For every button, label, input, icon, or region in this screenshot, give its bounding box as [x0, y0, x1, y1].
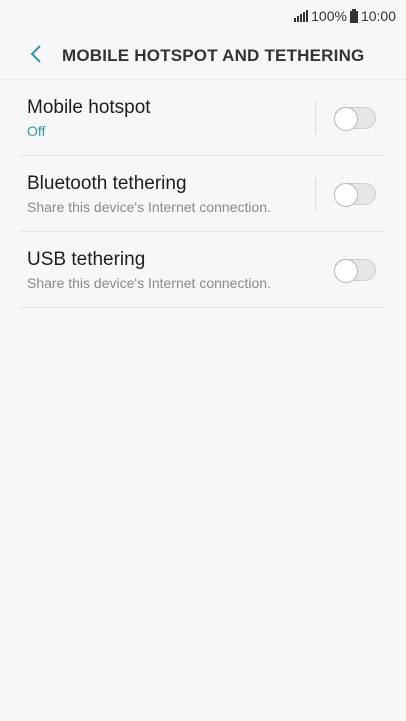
toggle-knob — [334, 258, 358, 283]
page-title: MOBILE HOTSPOT AND TETHERING — [62, 45, 365, 65]
mobile-hotspot-toggle[interactable] — [334, 106, 376, 131]
setting-title: Bluetooth tethering — [27, 172, 187, 194]
setting-title: Mobile hotspot — [27, 96, 151, 118]
setting-text: Bluetooth tethering Share this device's … — [20, 173, 315, 215]
divider — [315, 176, 316, 211]
setting-title: USB tethering — [27, 248, 146, 270]
status-bar: 100% 10:00 — [0, 0, 406, 32]
battery-icon — [349, 9, 358, 23]
setting-text: Mobile hotspot Off — [20, 97, 315, 139]
setting-description: Share this device's Internet connection. — [27, 198, 271, 215]
setting-row-usb-tethering[interactable]: USB tethering Share this device's Intern… — [20, 232, 384, 308]
setting-status: Off — [27, 122, 46, 139]
usb-tethering-toggle[interactable] — [334, 258, 376, 283]
signal-icon — [294, 10, 309, 22]
chevron-left-icon — [30, 44, 42, 68]
toggle-knob — [334, 182, 358, 207]
clock: 10:00 — [360, 8, 396, 24]
toggle-knob — [334, 106, 358, 131]
bluetooth-tethering-toggle[interactable] — [334, 182, 376, 207]
app-header: MOBILE HOTSPOT AND TETHERING — [0, 32, 406, 80]
settings-list: Mobile hotspot Off Bluetooth tethering S… — [20, 80, 384, 308]
divider — [315, 100, 316, 135]
setting-row-bluetooth-tethering[interactable]: Bluetooth tethering Share this device's … — [20, 156, 384, 232]
setting-description: Share this device's Internet connection. — [27, 274, 271, 291]
setting-text: USB tethering Share this device's Intern… — [20, 249, 315, 291]
setting-row-mobile-hotspot[interactable]: Mobile hotspot Off — [20, 80, 384, 156]
back-button[interactable] — [14, 34, 58, 78]
battery-percent: 100% — [311, 8, 347, 24]
